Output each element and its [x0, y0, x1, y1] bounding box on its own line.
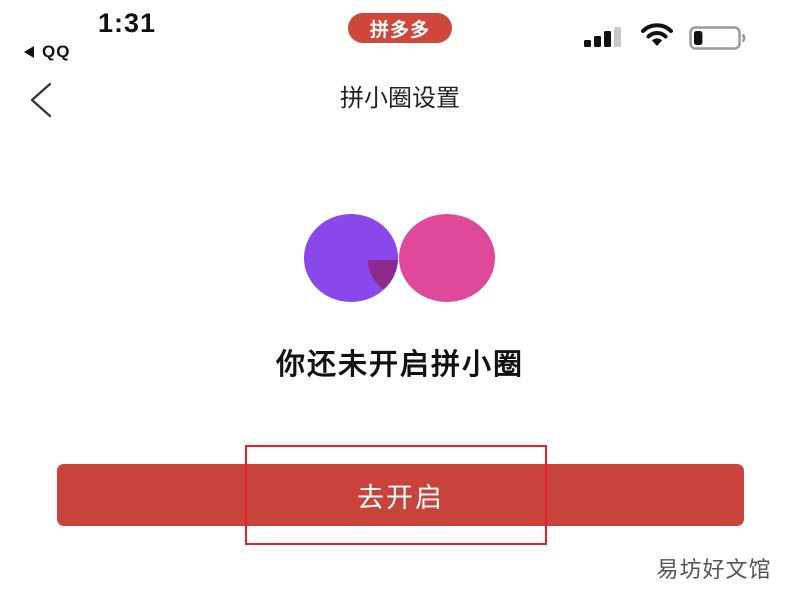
- app-indicator-pill: 拼多多: [348, 13, 452, 43]
- back-triangle-icon: [24, 46, 34, 58]
- watermark: 易坊好文馆: [656, 558, 772, 583]
- status-bar: 1:31 QQ 拼多多: [0, 0, 800, 70]
- chevron-left-icon: [30, 82, 52, 118]
- page-title: 拼小圈设置: [340, 84, 460, 112]
- status-time: 1:31: [98, 8, 157, 38]
- back-app-label: QQ: [42, 42, 71, 61]
- cellular-signal-icon: [584, 27, 621, 47]
- battery-icon: [689, 26, 746, 50]
- enable-button[interactable]: 去开启: [57, 464, 744, 526]
- not-enabled-message: 你还未开启拼小圈: [275, 347, 524, 381]
- overlapping-circles-icon: [304, 214, 495, 302]
- back-to-app-link[interactable]: QQ: [24, 42, 70, 62]
- back-button[interactable]: [24, 78, 64, 122]
- wifi-icon: [641, 23, 673, 46]
